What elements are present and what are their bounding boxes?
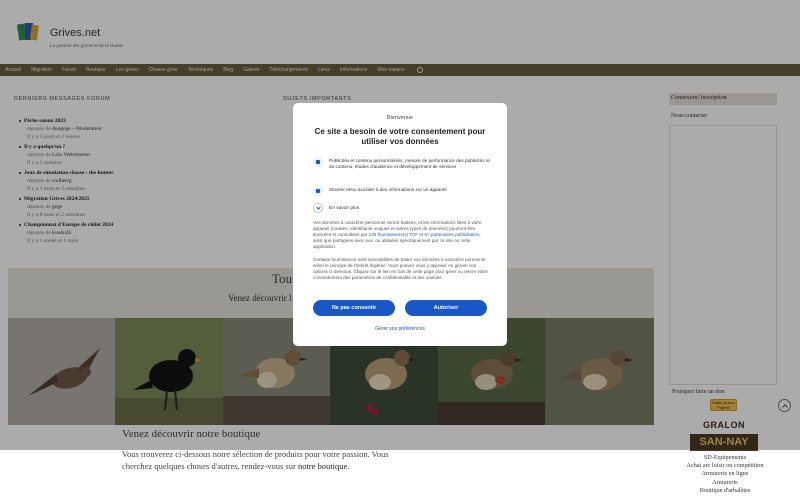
consent-purpose-ads: Publicités et contenu personnalisés, mes… bbox=[313, 157, 491, 170]
sponsor-links: SD-Equipements Achat arc loisir ou compé… bbox=[670, 454, 780, 495]
sponsor-link[interactable]: Armurerie bbox=[670, 479, 780, 487]
decline-button[interactable]: Ne pas consentir bbox=[313, 300, 395, 316]
manage-preferences-link[interactable]: Gérer vos préférences bbox=[293, 326, 507, 332]
boutique-text: Vous trouverez ci-dessous notre sélectio… bbox=[122, 449, 389, 471]
consent-paragraph-1: Vos données à caractère personnel seront… bbox=[313, 220, 482, 249]
sponsor-link[interactable]: Armurerie en ligne bbox=[670, 470, 780, 478]
consent-purpose-storage: Stocker et/ou accéder à des informations… bbox=[313, 186, 491, 196]
learn-more-toggle[interactable]: En savoir plus bbox=[313, 203, 359, 213]
consent-paragraph-2: Certains fournisseurs sont susceptibles … bbox=[313, 257, 488, 280]
accept-button[interactable]: Autoriser bbox=[405, 300, 487, 316]
sponsor-link[interactable]: SD-Equipements bbox=[670, 454, 780, 462]
sponsor-link[interactable]: Achat arc loisir ou compétition bbox=[670, 462, 780, 470]
consent-heading: Ce site a besoin de votre consentement p… bbox=[314, 127, 486, 146]
device-icon bbox=[313, 186, 323, 196]
boutique-link[interactable]: notre boutique bbox=[298, 461, 347, 471]
vendors-link[interactable]: 145 fournisseurs(s) TCF et 67 partenaire… bbox=[369, 232, 480, 237]
sponsor-link[interactable]: Boutique d'arbalètes bbox=[670, 487, 780, 495]
consent-dialog: Bienvenue Ce site a besoin de votre cons… bbox=[293, 103, 507, 346]
user-icon bbox=[313, 157, 323, 167]
chevron-down-icon bbox=[313, 203, 323, 213]
consent-welcome: Bienvenue bbox=[387, 115, 413, 121]
